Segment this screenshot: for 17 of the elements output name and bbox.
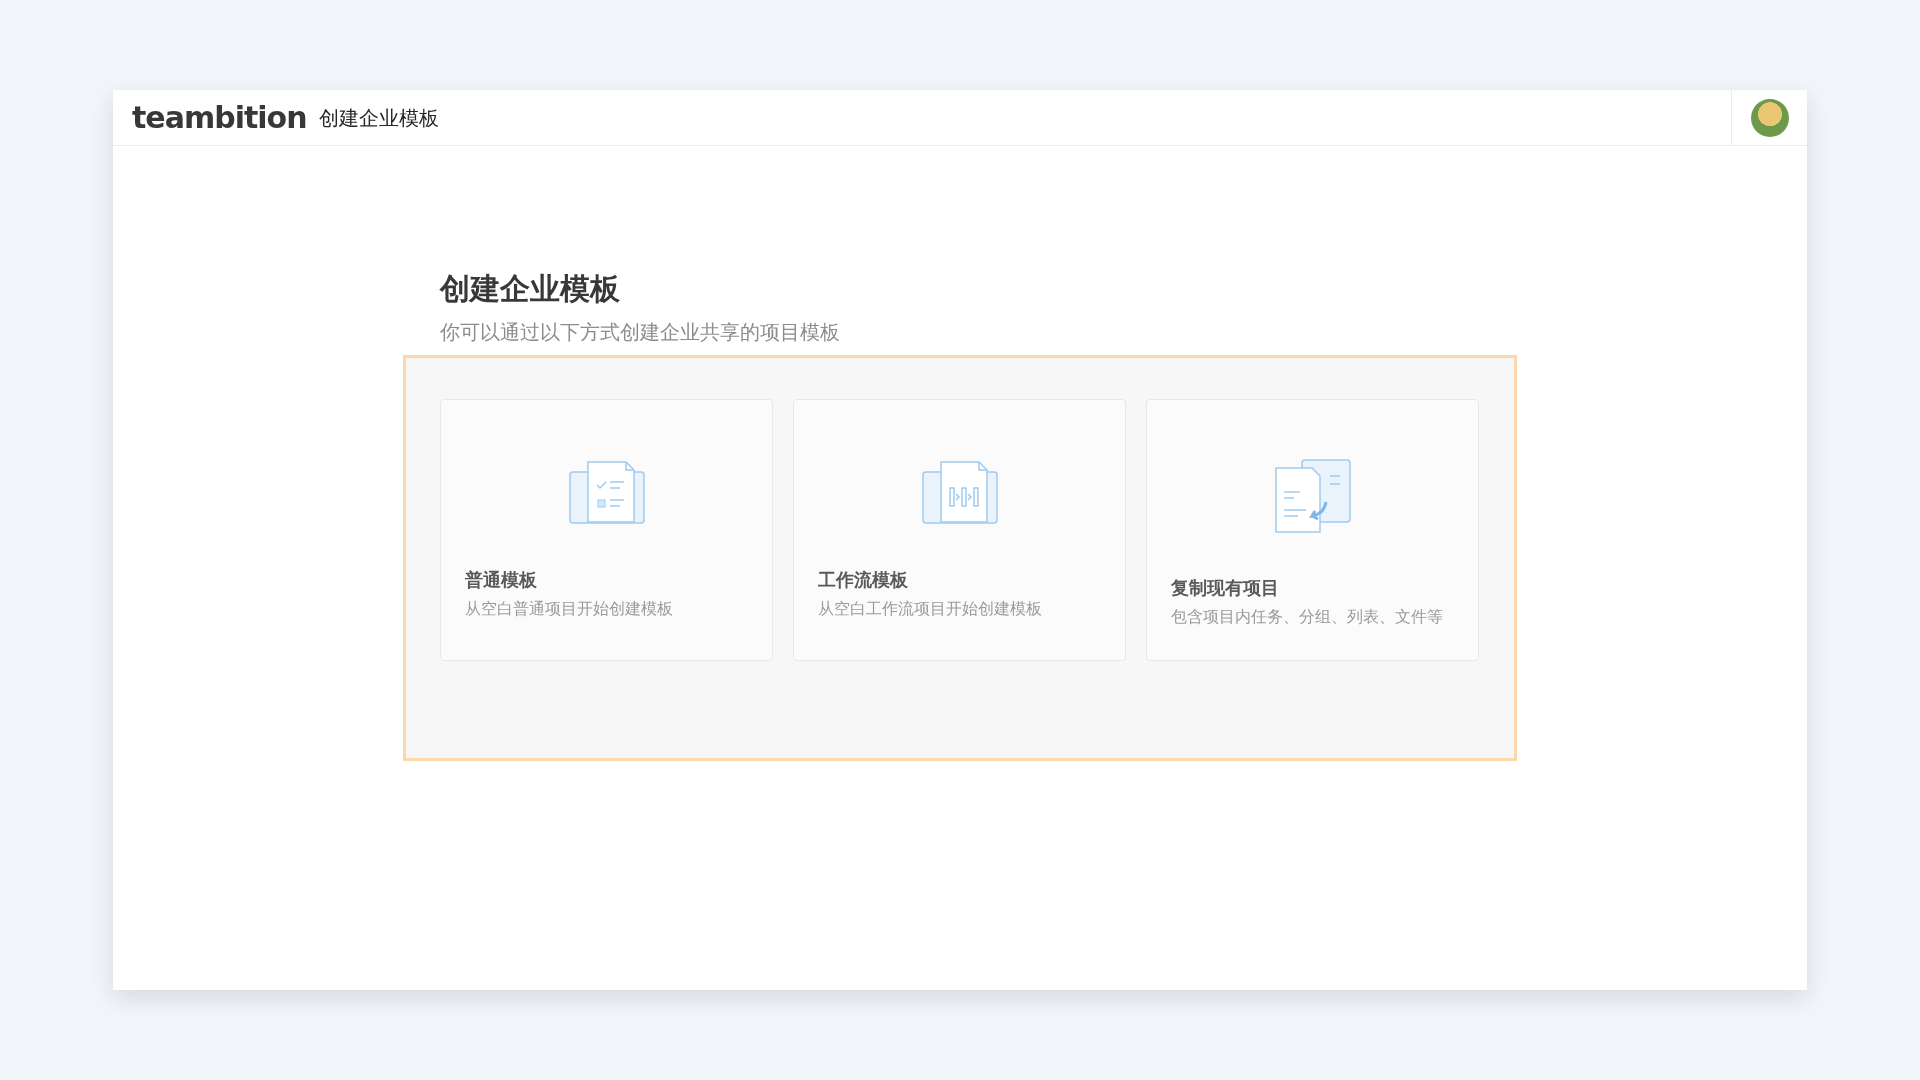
avatar[interactable] [1750, 98, 1789, 137]
flow-document-icon [920, 458, 999, 526]
checklist-document-icon [567, 458, 646, 526]
template-option-card[interactable]: 工作流模板 从空白工作流项目开始创建模板 [793, 399, 1126, 661]
option-title: 工作流模板 [818, 568, 909, 592]
template-option-card[interactable]: 复制现有项目 包含项目内任务、分组、列表、文件等 [1146, 399, 1479, 661]
logo[interactable]: teambition [132, 95, 307, 140]
page-title: 创建企业模板 [440, 271, 621, 307]
option-title: 普通模板 [465, 568, 538, 592]
page-subtitle: 你可以通过以下方式创建企业共享的项目模板 [440, 319, 841, 346]
copy-document-icon [1273, 458, 1352, 534]
option-description: 包含项目内任务、分组、列表、文件等 [1171, 606, 1444, 628]
template-option-card[interactable]: 普通模板 从空白普通项目开始创建模板 [440, 399, 773, 661]
option-description: 从空白普通项目开始创建模板 [465, 598, 674, 620]
option-title: 复制现有项目 [1171, 576, 1280, 600]
header-title: 创建企业模板 [318, 104, 439, 132]
option-description: 从空白工作流项目开始创建模板 [818, 598, 1043, 620]
